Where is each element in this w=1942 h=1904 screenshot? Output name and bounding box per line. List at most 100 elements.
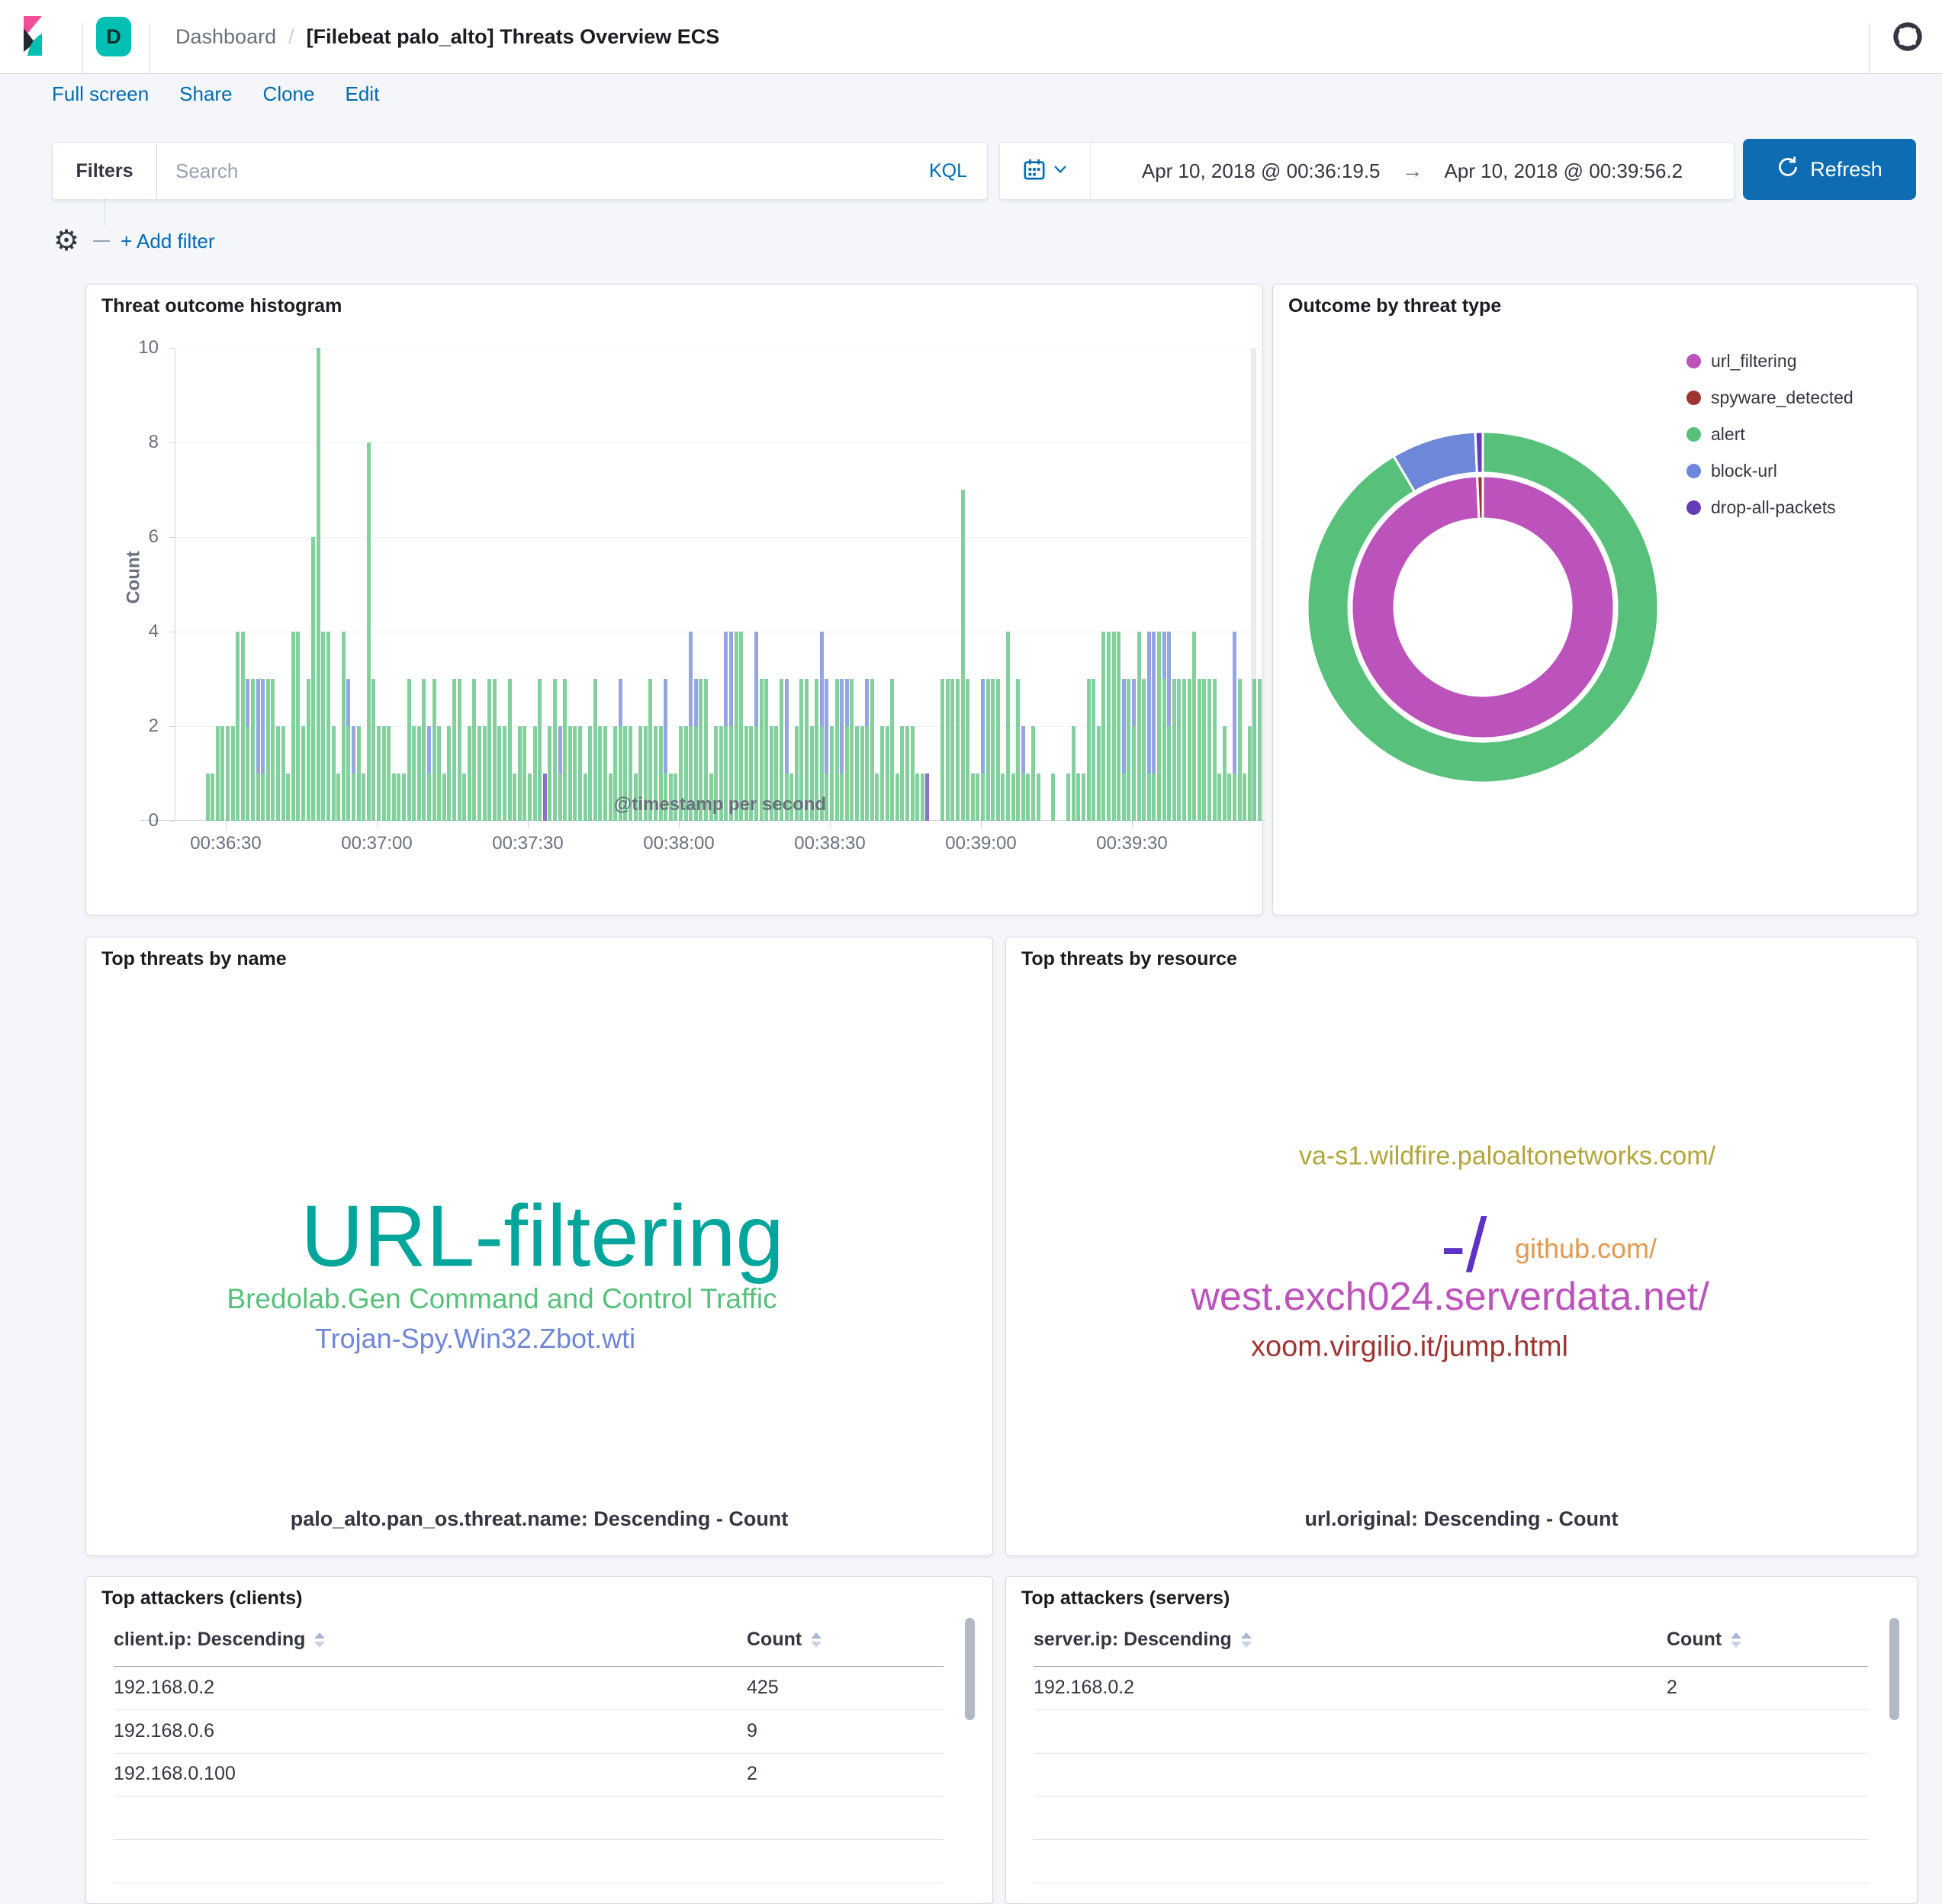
legend-item-url_filtering[interactable]: url_filtering <box>1686 343 1854 379</box>
table-cell-ip[interactable]: 192.168.0.2 <box>114 1677 214 1699</box>
histogram-bar-block-url[interactable] <box>694 679 698 726</box>
scrollbar[interactable] <box>1889 1618 1899 1720</box>
legend-item-spyware_detected[interactable]: spyware_detected <box>1686 379 1854 416</box>
histogram-bar-alert[interactable] <box>291 632 295 821</box>
legend-item-block-url[interactable]: block-url <box>1686 452 1854 489</box>
histogram-bar-block-url[interactable] <box>729 632 733 726</box>
histogram-bar-alert[interactable] <box>1137 632 1141 821</box>
column-header-count[interactable]: Count <box>747 1629 821 1651</box>
histogram-bar-block-url[interactable] <box>981 679 985 774</box>
column-header-server-ip[interactable]: server.ip: Descending <box>1034 1629 1252 1651</box>
histogram-bar-alert[interactable] <box>1107 632 1111 821</box>
table-cell-ip[interactable]: 192.168.0.2 <box>1034 1677 1134 1699</box>
histogram-bar-alert[interactable] <box>342 632 346 821</box>
histogram-bar-alert[interactable] <box>1101 632 1105 821</box>
histogram-bar-alert[interactable] <box>326 632 330 821</box>
sort-icon[interactable] <box>1241 1632 1252 1648</box>
histogram-bar-alert[interactable] <box>1006 632 1010 821</box>
date-end[interactable]: Apr 10, 2018 @ 00:39:56.2 <box>1445 159 1683 183</box>
legend-item-drop-all-packets[interactable]: drop-all-packets <box>1686 489 1854 526</box>
calendar-dropdown[interactable] <box>1000 143 1091 199</box>
table-row-divider <box>1034 1839 1868 1840</box>
histogram-bar-block-url[interactable] <box>1233 632 1236 774</box>
histogram-bar-block-url[interactable] <box>825 679 828 774</box>
histogram-bar-block-url[interactable] <box>246 679 249 726</box>
histogram-bar-block-url[interactable] <box>1122 679 1126 774</box>
histogram-bar-block-url[interactable] <box>664 679 667 774</box>
histogram-bar-block-url[interactable] <box>1147 632 1151 774</box>
histogram-bar-alert[interactable] <box>1117 632 1121 821</box>
histogram-bar-block-url[interactable] <box>346 679 350 726</box>
legend-item-alert[interactable]: alert <box>1686 416 1854 452</box>
histogram-bar-block-url[interactable] <box>840 679 844 774</box>
histogram-bar-alert[interactable] <box>961 490 965 821</box>
tag-wildfire-url[interactable]: va-s1.wildfire.paloaltonetworks.com/ <box>1299 1142 1715 1172</box>
table-cell-ip[interactable]: 192.168.0.100 <box>114 1763 236 1785</box>
histogram-bar-alert[interactable] <box>311 537 315 821</box>
tag-serverdata-url[interactable]: west.exch024.serverdata.net/ <box>1191 1274 1709 1320</box>
add-filter-button[interactable]: + Add filter <box>121 230 215 253</box>
histogram-bar-block-url[interactable] <box>427 726 431 774</box>
tag-url-filtering[interactable]: URL-filtering <box>301 1187 784 1287</box>
donut-slice-drop-all-packets[interactable] <box>1475 432 1483 473</box>
tag-trojan-spy[interactable]: Trojan-Spy.Win32.Zbot.wti <box>315 1323 635 1355</box>
histogram-bar-block-url[interactable] <box>619 679 622 726</box>
sort-icon[interactable] <box>811 1632 821 1648</box>
scrollbar[interactable] <box>965 1618 975 1720</box>
histogram-bar-block-url[interactable] <box>1167 632 1171 726</box>
histogram-bar-block-url[interactable] <box>1021 726 1025 774</box>
donut-chart[interactable] <box>1304 428 1662 786</box>
histogram-bar-alert[interactable] <box>735 632 738 821</box>
histogram-bar-block-url[interactable] <box>261 679 265 774</box>
histogram-bar-block-url[interactable] <box>558 726 562 774</box>
histogram-bar-alert[interactable] <box>1112 632 1116 821</box>
histogram-bar-block-url[interactable] <box>865 679 869 726</box>
histogram-bar-block-url[interactable] <box>256 679 260 774</box>
histogram-bar-block-url[interactable] <box>1162 632 1166 679</box>
histogram-bar-block-url[interactable] <box>724 632 728 726</box>
histogram-bar-alert[interactable] <box>296 632 300 821</box>
sort-icon[interactable] <box>314 1632 325 1648</box>
histogram-bar-block-url[interactable] <box>1152 632 1156 774</box>
edit-link[interactable]: Edit <box>345 82 379 106</box>
histogram-bar-alert[interactable] <box>236 632 240 821</box>
histogram-bar-alert[interactable] <box>1157 632 1161 821</box>
tag-github-url[interactable]: github.com/ <box>1515 1233 1657 1265</box>
share-link[interactable]: Share <box>179 82 232 106</box>
histogram-bar-alert[interactable] <box>317 348 320 821</box>
gear-icon[interactable]: ⚙ <box>53 227 79 256</box>
sort-icon[interactable] <box>1731 1632 1741 1648</box>
histogram-bar-block-url[interactable] <box>845 679 849 726</box>
space-badge[interactable]: D <box>96 17 131 56</box>
refresh-button[interactable]: Refresh <box>1743 139 1916 200</box>
breadcrumb-dashboard-link[interactable]: Dashboard <box>175 25 276 49</box>
date-start[interactable]: Apr 10, 2018 @ 00:36:19.5 <box>1142 159 1381 183</box>
help-icon[interactable] <box>1892 21 1923 52</box>
histogram-bar-block-url[interactable] <box>689 632 693 726</box>
legend-label: alert <box>1711 424 1745 445</box>
table-cell-ip[interactable]: 192.168.0.6 <box>114 1720 214 1742</box>
kibana-logo-icon[interactable] <box>23 15 43 60</box>
histogram-bar-alert[interactable] <box>241 632 245 821</box>
filters-button[interactable]: Filters <box>53 143 157 199</box>
donut-slice-spyware_detected[interactable] <box>1477 476 1483 519</box>
clone-link[interactable]: Clone <box>263 82 315 106</box>
tag-virgilio-url[interactable]: xoom.virgilio.it/jump.html <box>1251 1331 1568 1364</box>
histogram-plot[interactable]: 024681000:36:3000:37:0000:37:3000:38:000… <box>175 348 1266 821</box>
legend-dot <box>1686 427 1701 442</box>
column-header-client-ip[interactable]: client.ip: Descending <box>114 1629 325 1651</box>
histogram-bar-alert[interactable] <box>367 442 371 821</box>
histogram-bar-block-url[interactable] <box>352 726 355 774</box>
histogram-bar-alert[interactable] <box>321 632 325 821</box>
histogram-bar-alert[interactable] <box>739 632 743 821</box>
column-header-count[interactable]: Count <box>1667 1629 1741 1651</box>
full-screen-link[interactable]: Full screen <box>52 82 149 106</box>
histogram-bar-block-url[interactable] <box>820 632 824 726</box>
histogram-bar-block-url[interactable] <box>785 679 789 774</box>
kql-toggle[interactable]: KQL <box>909 160 987 182</box>
histogram-bar-alert[interactable] <box>1192 632 1196 821</box>
histogram-bar-block-url[interactable] <box>754 632 758 726</box>
search-input[interactable] <box>157 143 909 199</box>
tag-bredolab[interactable]: Bredolab.Gen Command and Control Traffic <box>227 1283 776 1315</box>
histogram-bar-block-url[interactable] <box>1132 679 1136 726</box>
